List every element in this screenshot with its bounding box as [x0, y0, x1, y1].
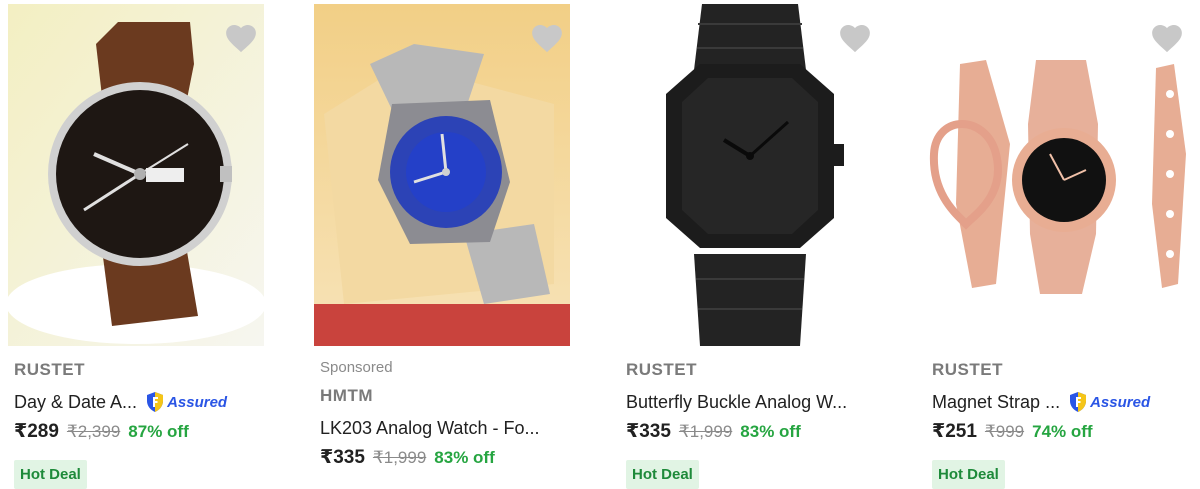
price-row: ₹335 ₹1,999 83% off [626, 420, 918, 452]
discount-percent: 83% off [740, 422, 801, 441]
original-price: ₹999 [984, 422, 1025, 441]
assured-shield-icon [1070, 392, 1087, 412]
assured-shield-icon [147, 392, 164, 412]
product-title[interactable]: Day & Date A... [14, 392, 137, 413]
title-row: Day & Date A... Assured [14, 386, 306, 418]
product-image[interactable] [926, 4, 1194, 346]
original-price: ₹1,999 [372, 448, 427, 467]
selling-price: ₹289 [14, 421, 59, 442]
original-price: ₹2,399 [66, 422, 121, 441]
price-row: ₹335 ₹1,999 83% off [320, 446, 612, 478]
selling-price: ₹335 [320, 447, 365, 468]
sponsored-label: Sponsored [320, 359, 393, 376]
hot-deal-badge: Hot Deal [932, 460, 1005, 489]
product-brand: RUSTET [932, 360, 1003, 379]
assured-badge: Assured [145, 391, 227, 413]
product-card[interactable]: RUSTET Butterfly Buckle Analog W... ₹335… [612, 0, 918, 489]
selling-price: ₹335 [626, 421, 671, 442]
product-title[interactable]: LK203 Analog Watch - Fo... [320, 418, 539, 439]
title-row: Magnet Strap ... Assured [932, 386, 1200, 418]
wishlist-heart-icon[interactable] [1150, 22, 1184, 54]
product-info: RUSTET Butterfly Buckle Analog W... ₹335… [626, 358, 918, 489]
assured-label: Assured [1090, 393, 1151, 411]
product-card[interactable]: Sponsored HMTM LK203 Analog Watch - Fo..… [306, 0, 612, 484]
product-image[interactable] [620, 4, 882, 346]
product-info: RUSTET Day & Date A... Assured ₹289 ₹2,3… [14, 358, 306, 489]
wishlist-heart-icon[interactable] [224, 22, 258, 54]
product-title[interactable]: Butterfly Buckle Analog W... [626, 392, 847, 413]
discount-percent: 83% off [434, 448, 495, 467]
title-row: Butterfly Buckle Analog W... [626, 386, 918, 418]
price-row: ₹289 ₹2,399 87% off [14, 420, 306, 452]
product-brand: RUSTET [14, 360, 85, 379]
assured-badge: Assured [1068, 391, 1150, 413]
product-brand: RUSTET [626, 360, 697, 379]
product-brand: HMTM [320, 386, 373, 405]
original-price: ₹1,999 [678, 422, 733, 441]
product-card[interactable]: RUSTET Magnet Strap ... Assured ₹251 ₹99… [918, 0, 1200, 489]
selling-price: ₹251 [932, 421, 977, 442]
wishlist-heart-icon[interactable] [838, 22, 872, 54]
product-info: RUSTET Magnet Strap ... Assured ₹251 ₹99… [932, 358, 1200, 489]
hot-deal-badge: Hot Deal [14, 460, 87, 489]
discount-percent: 87% off [128, 422, 189, 441]
assured-label: Assured [167, 393, 228, 411]
product-title[interactable]: Magnet Strap ... [932, 392, 1060, 413]
discount-percent: 74% off [1032, 422, 1093, 441]
wishlist-heart-icon[interactable] [530, 22, 564, 54]
product-grid: RUSTET Day & Date A... Assured ₹289 ₹2,3… [0, 0, 1200, 489]
product-info: Sponsored HMTM LK203 Analog Watch - Fo..… [320, 358, 612, 478]
price-row: ₹251 ₹999 74% off [932, 420, 1200, 452]
product-card[interactable]: RUSTET Day & Date A... Assured ₹289 ₹2,3… [0, 0, 306, 489]
product-image[interactable] [314, 4, 570, 346]
product-image[interactable] [8, 4, 264, 346]
title-row: LK203 Analog Watch - Fo... [320, 412, 612, 444]
hot-deal-badge: Hot Deal [626, 460, 699, 489]
